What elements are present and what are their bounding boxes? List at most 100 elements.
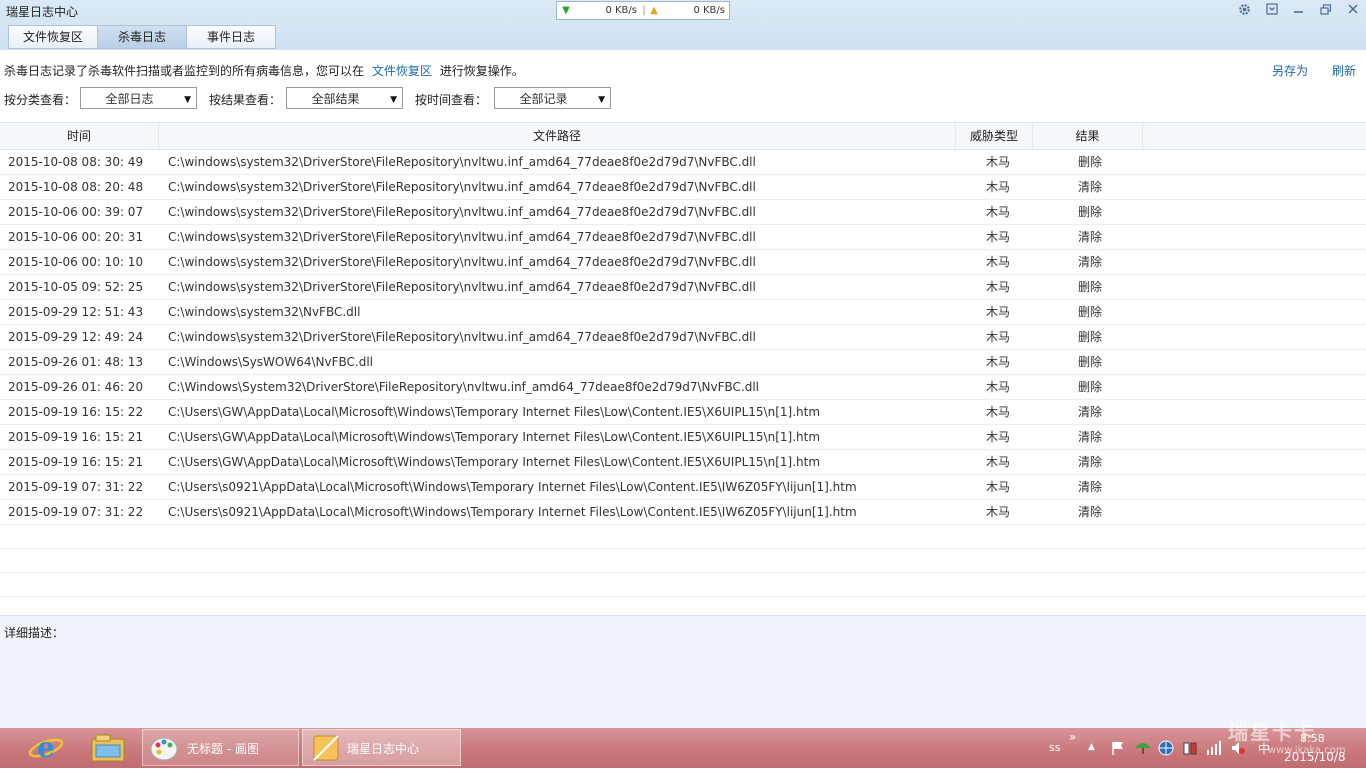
- minimize-icon[interactable]: [1285, 0, 1312, 18]
- log-center-icon: [313, 735, 339, 761]
- tab-antivirus-log[interactable]: 杀毒日志: [97, 25, 186, 49]
- skin-icon[interactable]: [1258, 0, 1285, 18]
- taskbar-item-log-center[interactable]: 瑞星日志中心: [302, 729, 461, 766]
- table-row[interactable]: 2015-10-06 00: 39: 07 C:\windows\system32…: [0, 200, 1366, 225]
- download-speed: 0 KB/s: [605, 5, 637, 16]
- cell-threat: 木马: [985, 230, 1010, 244]
- tray-text: ss: [1049, 741, 1061, 754]
- ie-icon[interactable]: e: [26, 730, 66, 766]
- cell-time: 2015-09-19 16: 15: 21: [8, 455, 144, 469]
- cell-path: C:\windows\system32\DriverStore\FileRepo…: [168, 180, 756, 194]
- cell-result: 清除: [1077, 255, 1102, 269]
- cell-time: 2015-09-29 12: 51: 43: [8, 305, 144, 319]
- cell-threat: 木马: [985, 455, 1010, 469]
- cell-result: 删除: [1077, 380, 1102, 394]
- app-title: 瑞星日志中心: [6, 5, 79, 19]
- cell-threat: 木马: [985, 255, 1010, 269]
- cell-result: 清除: [1077, 430, 1102, 444]
- cell-result: 清除: [1077, 505, 1102, 519]
- cell-threat: 木马: [985, 505, 1010, 519]
- col-header-time[interactable]: 时间: [0, 123, 159, 149]
- col-header-threat[interactable]: 威胁类型: [956, 123, 1033, 149]
- cell-threat: 木马: [985, 430, 1010, 444]
- taskbar: e 无标题 - 画图 瑞星日志中心 ss » ▲ 中 8:58 2015/10/…: [0, 728, 1366, 768]
- table-row[interactable]: 2015-10-05 09: 52: 25 C:\windows\system32…: [0, 275, 1366, 300]
- table-row[interactable]: 2015-09-19 07: 31: 22 C:\Users\s0921\AppD…: [0, 500, 1366, 525]
- maximize-icon[interactable]: [1312, 0, 1339, 18]
- taskbar-item-paint[interactable]: 无标题 - 画图: [142, 729, 299, 766]
- cell-path: C:\Windows\SysWOW64\NvFBC.dll: [168, 355, 374, 369]
- category-filter-select[interactable]: 全部日志 ▼: [80, 87, 197, 109]
- refresh-link[interactable]: 刷新: [1332, 62, 1356, 79]
- svg-text:e: e: [37, 731, 55, 764]
- cell-time: 2015-09-19 07: 31: 22: [8, 505, 144, 519]
- log-table: 时间 文件路径 威胁类型 结果 2015-10-08 08: 30: 49 C:\…: [0, 122, 1366, 621]
- cell-path: C:\Users\GW\AppData\Local\Microsoft\Wind…: [168, 455, 821, 469]
- save-as-link[interactable]: 另存为: [1272, 62, 1308, 79]
- table-row[interactable]: 2015-10-08 08: 30: 49 C:\windows\system32…: [0, 150, 1366, 175]
- category-filter-value: 全部日志: [105, 92, 154, 106]
- watermark-url: www.ikaka.com: [1268, 745, 1346, 756]
- cell-path: C:\windows\system32\DriverStore\FileRepo…: [168, 255, 756, 269]
- time-filter-select[interactable]: 全部记录 ▼: [494, 87, 611, 109]
- table-row-empty: [0, 549, 1366, 573]
- table-row[interactable]: 2015-09-19 07: 31: 22 C:\Users\s0921\AppD…: [0, 475, 1366, 500]
- network-icon[interactable]: [1158, 740, 1174, 756]
- tray-chevron[interactable]: »: [1069, 730, 1076, 744]
- cell-path: C:\windows\system32\DriverStore\FileRepo…: [168, 205, 756, 219]
- col-header-result[interactable]: 结果: [1033, 123, 1143, 149]
- cell-time: 2015-10-08 08: 30: 49: [8, 155, 144, 169]
- cell-result: 删除: [1077, 305, 1102, 319]
- action-links: 另存为 刷新: [1272, 62, 1356, 79]
- umbrella-icon[interactable]: [1134, 740, 1152, 756]
- cell-result: 清除: [1077, 230, 1102, 244]
- chevron-down-icon: ▼: [598, 95, 605, 105]
- signal-icon[interactable]: [1206, 740, 1222, 756]
- table-row[interactable]: 2015-09-19 16: 15: 21 C:\Users\GW\AppData…: [0, 450, 1366, 475]
- cell-path: C:\Users\s0921\AppData\Local\Microsoft\W…: [168, 505, 857, 519]
- cell-time: 2015-09-19 16: 15: 22: [8, 405, 144, 419]
- result-filter-select[interactable]: 全部结果 ▼: [286, 87, 403, 109]
- cell-path: C:\windows\system32\DriverStore\FileRepo…: [168, 280, 756, 294]
- cell-result: 删除: [1077, 155, 1102, 169]
- table-body: 2015-10-08 08: 30: 49 C:\windows\system32…: [0, 150, 1366, 621]
- download-arrow-icon: ▼: [562, 5, 570, 16]
- upload-speed: 0 KB/s: [693, 5, 725, 16]
- cell-result: 删除: [1077, 330, 1102, 344]
- table-row[interactable]: 2015-09-26 01: 48: 13 C:\Windows\SysWOW64…: [0, 350, 1366, 375]
- table-row[interactable]: 2015-09-19 16: 15: 21 C:\Users\GW\AppData…: [0, 425, 1366, 450]
- table-row[interactable]: 2015-09-29 12: 49: 24 C:\windows\system32…: [0, 325, 1366, 350]
- info-prefix: 杀毒日志记录了杀毒软件扫描或者监控到的所有病毒信息，您可以在: [4, 64, 365, 78]
- table-row[interactable]: 2015-10-06 00: 20: 31 C:\windows\system32…: [0, 225, 1366, 250]
- close-icon[interactable]: [1339, 0, 1366, 18]
- cell-time: 2015-10-06 00: 20: 31: [8, 230, 144, 244]
- cell-time: 2015-09-19 07: 31: 22: [8, 480, 144, 494]
- cell-threat: 木马: [985, 305, 1010, 319]
- tab-file-recovery[interactable]: 文件恢复区: [8, 25, 97, 49]
- network-speed-box: ▼ 0 KB/s | ▲ 0 KB/s: [556, 1, 730, 20]
- show-hidden-icons-icon[interactable]: ▲: [1088, 742, 1095, 752]
- table-row[interactable]: 2015-09-26 01: 46: 20 C:\Windows\System32…: [0, 375, 1366, 400]
- table-row-empty: [0, 573, 1366, 597]
- tab-event-log[interactable]: 事件日志: [186, 25, 276, 49]
- cell-path: C:\Users\GW\AppData\Local\Microsoft\Wind…: [168, 430, 821, 444]
- file-recovery-link[interactable]: 文件恢复区: [372, 64, 432, 78]
- flag-icon[interactable]: [1110, 740, 1126, 756]
- cell-time: 2015-09-29 12: 49: 24: [8, 330, 144, 344]
- cell-time: 2015-09-26 01: 48: 13: [8, 355, 144, 369]
- col-header-path[interactable]: 文件路径: [159, 123, 956, 149]
- table-row[interactable]: 2015-09-19 16: 15: 22 C:\Users\GW\AppData…: [0, 400, 1366, 425]
- cell-time: 2015-09-26 01: 46: 20: [8, 380, 144, 394]
- table-row-empty: [0, 525, 1366, 549]
- gear-icon[interactable]: [1231, 0, 1258, 18]
- file-explorer-icon[interactable]: [88, 730, 128, 766]
- cell-path: C:\Users\s0921\AppData\Local\Microsoft\W…: [168, 480, 857, 494]
- upload-arrow-icon: ▲: [650, 5, 658, 16]
- cell-result: 清除: [1077, 405, 1102, 419]
- cell-threat: 木马: [985, 355, 1010, 369]
- table-row[interactable]: 2015-09-29 12: 51: 43 C:\windows\system32…: [0, 300, 1366, 325]
- device-icon[interactable]: [1182, 740, 1198, 756]
- taskbar-item-paint-label: 无标题 - 画图: [187, 742, 259, 756]
- table-row[interactable]: 2015-10-06 00: 10: 10 C:\windows\system32…: [0, 250, 1366, 275]
- table-row[interactable]: 2015-10-08 08: 20: 48 C:\windows\system32…: [0, 175, 1366, 200]
